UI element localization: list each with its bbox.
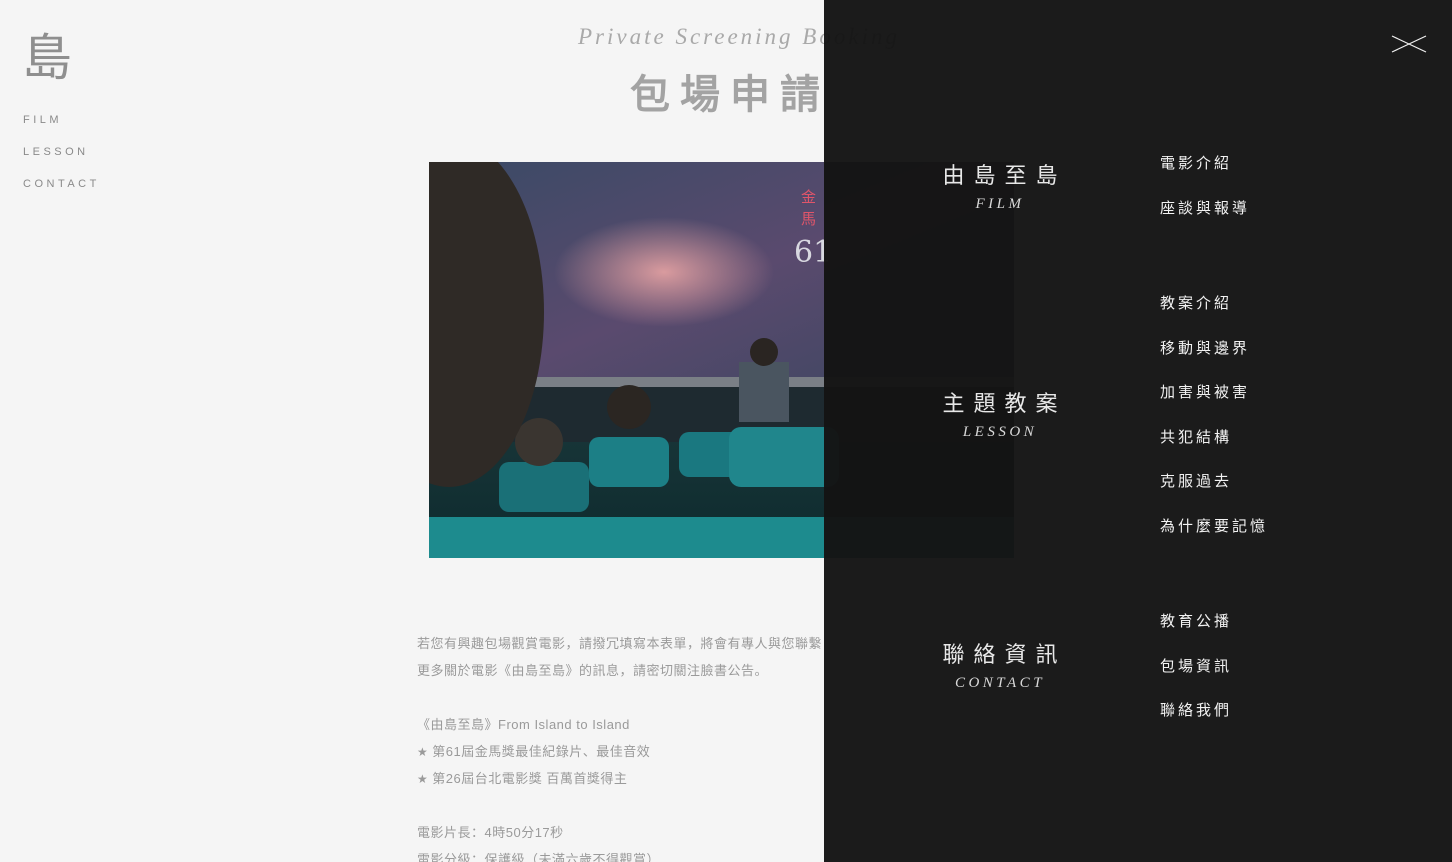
menu-section-film[interactable]: 由島至島 FILM — [920, 158, 1080, 213]
film-runtime: 電影片長：4時50分17秒 — [417, 825, 564, 840]
award-1-text: 第61屆金馬獎最佳紀錄片、最佳音效 — [432, 744, 651, 759]
menu-item-edu-broadcast[interactable]: 教育公播 — [1160, 610, 1232, 655]
side-nav: FILM LESSON CONTACT — [23, 114, 100, 210]
menu-section-film-en: FILM — [975, 196, 1025, 212]
close-button[interactable] — [1390, 30, 1428, 58]
menu-section-contact[interactable]: 聯絡資訊 CONTACT — [920, 637, 1080, 692]
menu-item-overcoming-past[interactable]: 克服過去 — [1160, 470, 1268, 515]
menu-item-complicity[interactable]: 共犯結構 — [1160, 426, 1268, 471]
award-1: ★ 第61屆金馬獎最佳紀錄片、最佳音效 — [417, 738, 837, 765]
award-2-text: 第26屆台北電影獎 百萬首獎得主 — [432, 771, 628, 786]
intro-line-1: 若您有興趣包場觀賞電影，請撥冗填寫本表單，將會有專人與您聯繫 — [417, 636, 823, 651]
menu-section-lesson-zh: 主題教案 — [942, 392, 1067, 417]
intro-line-2: 更多關於電影《由島至島》的訊息，請密切關注臉書公告。 — [417, 663, 769, 678]
site-logo[interactable]: 島 — [22, 28, 72, 88]
menu-section-contact-en: CONTACT — [954, 675, 1046, 691]
menu-item-perpetrator-victim[interactable]: 加害與被害 — [1160, 381, 1268, 426]
menu-item-contact-us[interactable]: 聯絡我們 — [1160, 699, 1232, 744]
menu-contact-items: 教育公播 包場資訊 聯絡我們 — [1160, 610, 1232, 744]
side-nav-film[interactable]: FILM — [23, 114, 100, 146]
side-nav-lesson[interactable]: LESSON — [23, 146, 100, 178]
award-2: ★ 第26屆台北電影獎 百萬首獎得主 — [417, 765, 837, 792]
page-title: 包場申請 — [630, 72, 830, 118]
menu-film-items: 電影介紹 座談與報導 — [1160, 152, 1250, 242]
menu-lesson-items: 教案介紹 移動與邊界 加害與被害 共犯結構 克服過去 為什麼要記憶 — [1160, 292, 1268, 560]
menu-section-lesson-en: LESSON — [962, 424, 1038, 440]
intro-text: 若您有興趣包場觀賞電影，請撥冗填寫本表單，將會有專人與您聯繫 更多關於電影《由島… — [417, 630, 837, 862]
menu-item-film-intro[interactable]: 電影介紹 — [1160, 152, 1250, 197]
menu-item-screening-info[interactable]: 包場資訊 — [1160, 655, 1232, 700]
poster-char-2: 馬 — [801, 210, 816, 228]
poster-char-1: 金 — [801, 188, 816, 206]
page: 島 FILM LESSON CONTACT Private Screening … — [0, 0, 1452, 862]
film-rating: 電影分級：保護級（未滿六歲不得觀賞） — [417, 852, 661, 862]
menu-item-why-remember[interactable]: 為什麼要記憶 — [1160, 515, 1268, 560]
close-icon — [1391, 35, 1427, 53]
menu-section-film-zh: 由島至島 — [942, 164, 1067, 189]
overlay-menu: 由島至島 FILM 電影介紹 座談與報導 主題教案 LESSON 教案介紹 移動… — [824, 0, 1452, 862]
menu-item-migration-borders[interactable]: 移動與邊界 — [1160, 337, 1268, 382]
menu-item-talks-press[interactable]: 座談與報導 — [1160, 197, 1250, 242]
side-nav-contact[interactable]: CONTACT — [23, 178, 100, 210]
menu-item-lesson-intro[interactable]: 教案介紹 — [1160, 292, 1268, 337]
menu-section-contact-zh: 聯絡資訊 — [942, 643, 1067, 668]
star-icon: ★ — [417, 745, 429, 759]
star-icon: ★ — [417, 772, 429, 786]
menu-section-lesson[interactable]: 主題教案 LESSON — [920, 386, 1080, 441]
film-title: 《由島至島》From Island to Island — [417, 717, 630, 732]
